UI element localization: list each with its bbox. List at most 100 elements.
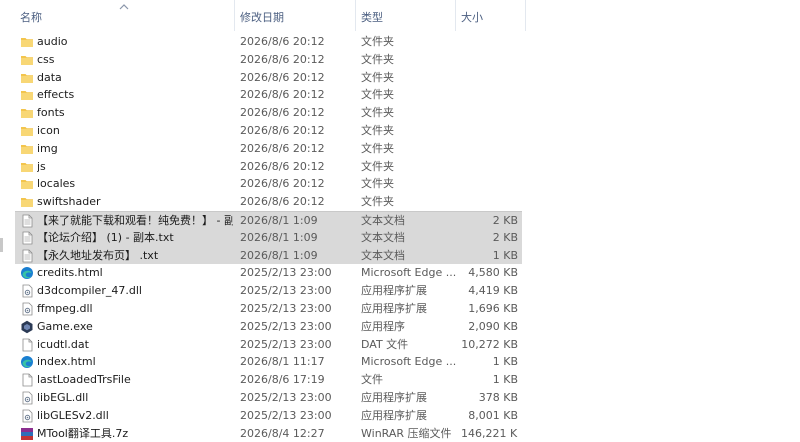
file-name: img: [37, 141, 58, 155]
file-row[interactable]: js 2026/8/6 20:12 文件夹: [15, 158, 522, 176]
file-type: 文件夹: [361, 141, 394, 155]
file-name: 【来了就能下载和观看！纯免费！】 - 副...: [37, 214, 233, 227]
file-size: 2 KB: [492, 214, 518, 227]
file-name: 【永久地址发布页】 .txt: [37, 248, 159, 262]
text-file-icon: [20, 231, 34, 245]
file-type: 文件夹: [361, 88, 394, 102]
edge-icon: [20, 355, 34, 369]
file-size: [461, 193, 518, 211]
file-row[interactable]: d3dcompiler_47.dll 2025/2/13 23:00 应用程序扩展 4…: [15, 282, 522, 300]
file-size: [461, 175, 518, 193]
column-size-header[interactable]: 大小: [455, 0, 525, 31]
file-name: css: [37, 52, 55, 66]
file-modified-date: 2026/8/6 20:12: [240, 106, 325, 120]
file-row[interactable]: libGLESv2.dll 2025/2/13 23:00 应用程序扩展 8,001 …: [15, 407, 522, 425]
file-row[interactable]: icon 2026/8/6 20:12 文件夹: [15, 122, 522, 140]
file-type: 文本文档: [361, 214, 405, 227]
column-date-header[interactable]: 修改日期: [234, 0, 355, 31]
file-modified-date: 2025/2/13 23:00: [240, 266, 332, 280]
file-name: lastLoadedTrsFile: [37, 373, 131, 387]
file-row[interactable]: Game.exe 2025/2/13 23:00 应用程序 2,090 KB: [15, 318, 522, 336]
file-name: libGLESv2.dll: [37, 408, 109, 422]
file-modified-date: 2026/8/6 20:12: [240, 35, 325, 48]
file-row[interactable]: audio 2026/8/6 20:12 文件夹: [15, 33, 522, 51]
file-row[interactable]: ffmpeg.dll 2025/2/13 23:00 应用程序扩展 1,696 KB: [15, 300, 522, 318]
file-size: 8,001 KB: [468, 408, 518, 422]
file-type: 文件夹: [361, 159, 394, 173]
file-type: 应用程序扩展: [361, 391, 427, 404]
file-icon: [20, 373, 34, 387]
file-type: 应用程序扩展: [361, 302, 427, 315]
file-modified-date: 2025/2/13 23:00: [240, 337, 332, 351]
file-name: libEGL.dll: [37, 391, 89, 404]
file-size: [461, 69, 518, 87]
file-name: ffmpeg.dll: [37, 302, 93, 315]
file-row[interactable]: css 2026/8/6 20:12 文件夹: [15, 51, 522, 69]
file-modified-date: 2026/8/6 20:12: [240, 141, 325, 155]
file-name: js: [37, 159, 46, 173]
folder-icon: [20, 106, 34, 120]
winrar-icon: [20, 427, 34, 441]
dll-icon: [20, 409, 34, 423]
file-size: [461, 86, 518, 104]
file-size: 1 KB: [492, 355, 518, 369]
file-size: [461, 51, 518, 69]
file-size: 1 KB: [492, 248, 518, 262]
file-row[interactable]: icudtl.dat 2025/2/13 23:00 DAT 文件 10,272 KB: [15, 336, 522, 354]
file-row[interactable]: credits.html 2025/2/13 23:00 Microsoft Edg…: [15, 264, 522, 282]
file-row[interactable]: data 2026/8/6 20:12 文件夹: [15, 69, 522, 87]
dll-icon: [20, 284, 34, 298]
file-row[interactable]: 【永久地址发布页】 .txt 2026/8/1 1:09 文本文档 1 KB: [15, 246, 522, 265]
folder-icon: [20, 71, 34, 85]
folder-icon: [20, 124, 34, 138]
file-size: 378 KB: [478, 391, 518, 404]
file-row[interactable]: libEGL.dll 2025/2/13 23:00 应用程序扩展 378 KB: [15, 389, 522, 407]
file-row[interactable]: 【论坛介绍】 (1) - 副本.txt 2026/8/1 1:09 文本文档 2 KB: [15, 228, 522, 247]
file-type: 文件夹: [361, 52, 394, 66]
file-size: [461, 140, 518, 158]
file-modified-date: 2026/8/6 20:12: [240, 124, 325, 137]
file-row[interactable]: lastLoadedTrsFile 2026/8/6 17:19 文件 1 KB: [15, 371, 522, 389]
file-type: 文本文档: [361, 230, 405, 244]
file-row[interactable]: fonts 2026/8/6 20:12 文件夹: [15, 104, 522, 122]
file-name: index.html: [37, 355, 96, 369]
file-type: WinRAR 压缩文件: [361, 426, 452, 440]
file-size: [461, 33, 518, 51]
file-row[interactable]: locales 2026/8/6 20:12 文件夹: [15, 175, 522, 193]
file-row[interactable]: index.html 2026/8/1 11:17 Microsoft Edge .…: [15, 353, 522, 371]
file-type: 文件: [361, 373, 383, 387]
file-modified-date: 2026/8/6 20:12: [240, 195, 325, 209]
file-row[interactable]: img 2026/8/6 20:12 文件夹: [15, 140, 522, 158]
file-name: effects: [37, 88, 75, 102]
file-modified-date: 2026/8/6 20:12: [240, 177, 325, 191]
file-modified-date: 2026/8/1 1:09: [240, 230, 318, 244]
file-size: 1 KB: [492, 373, 518, 387]
folder-icon: [20, 177, 34, 191]
file-modified-date: 2025/2/13 23:00: [240, 284, 332, 298]
file-name: 【论坛介绍】 (1) - 副本.txt: [37, 230, 174, 244]
file-row[interactable]: 【来了就能下载和观看！纯免费！】 - 副... 2026/8/1 1:09 文本文档…: [15, 211, 522, 230]
column-type-header[interactable]: 类型: [355, 0, 455, 31]
file-size: [461, 104, 518, 122]
file-size: [461, 122, 518, 140]
file-row[interactable]: swiftshader 2026/8/6 20:12 文件夹: [15, 193, 522, 211]
folder-icon: [20, 53, 34, 67]
file-row[interactable]: MTool翻译工具.7z 2026/8/4 12:27 WinRAR 压缩文件 146…: [15, 425, 522, 442]
file-modified-date: 2026/8/4 12:27: [240, 426, 325, 440]
file-name: MTool翻译工具.7z: [37, 426, 129, 440]
file-name: audio: [37, 35, 68, 48]
file-type: 文本文档: [361, 248, 405, 262]
file-name: swiftshader: [37, 195, 101, 209]
file-type: 文件夹: [361, 70, 394, 84]
file-size: [461, 158, 518, 176]
file-modified-date: 2026/8/6 20:12: [240, 52, 325, 66]
file-type: 应用程序: [361, 319, 405, 333]
file-size: 10,272 KB: [461, 337, 518, 351]
column-divider[interactable]: [525, 0, 526, 31]
file-name: d3dcompiler_47.dll: [37, 284, 142, 298]
file-size: 4,419 KB: [468, 284, 518, 298]
folder-icon: [20, 142, 34, 156]
dll-icon: [20, 302, 34, 316]
file-type: Microsoft Edge ...: [361, 355, 457, 369]
file-row[interactable]: effects 2026/8/6 20:12 文件夹: [15, 86, 522, 104]
